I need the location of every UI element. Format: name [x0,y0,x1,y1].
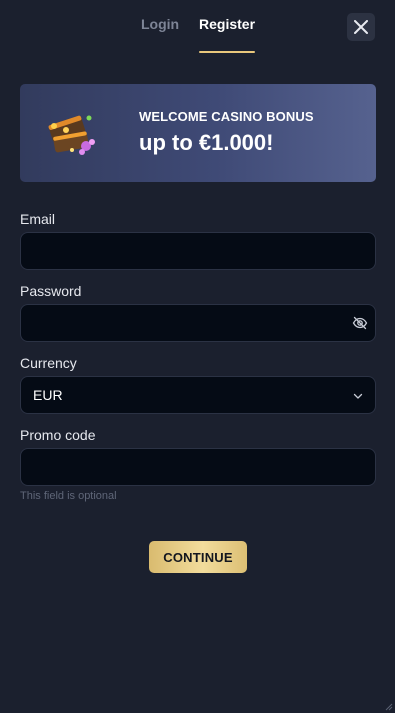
banner-amount: up to €1.000! [139,130,274,155]
password-field[interactable] [20,304,376,342]
email-label: Email [20,211,56,227]
email-field[interactable] [20,232,376,270]
promo-code-label: Promo code [20,427,96,443]
auth-tabs: Login Register [0,0,395,56]
close-button[interactable] [347,13,375,41]
currency-select[interactable]: EUR [20,376,376,414]
currency-label: Currency [20,355,77,371]
promo-code-field[interactable] [20,448,376,486]
register-modal: Login Register WELCOME CASINO BONUS up t… [0,0,395,713]
resize-grip-icon[interactable] [383,701,393,711]
chevron-down-icon [353,393,363,399]
password-label: Password [20,283,82,299]
eye-off-icon[interactable] [352,315,368,331]
tab-login[interactable]: Login [141,16,179,54]
continue-button[interactable]: CONTINUE [149,541,247,573]
password-wrapper [20,304,376,342]
tab-register[interactable]: Register [199,16,255,54]
active-tab-indicator [199,51,255,53]
welcome-bonus-banner[interactable]: WELCOME CASINO BONUS up to €1.000! [20,84,376,182]
banner-title: WELCOME CASINO BONUS [139,109,314,124]
treasure-chest-icon [48,115,95,155]
close-icon [354,20,368,34]
currency-value: EUR [33,387,63,403]
promo-helper-text: This field is optional [20,490,117,502]
